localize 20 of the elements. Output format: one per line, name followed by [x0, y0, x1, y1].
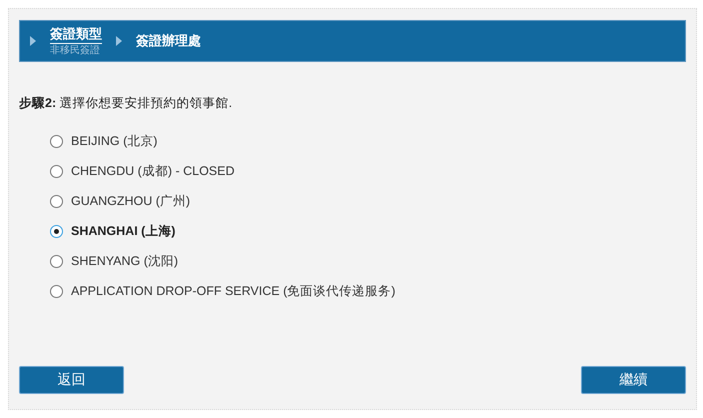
option-label: BEIJING (北京)	[71, 132, 158, 150]
option-label: APPLICATION DROP-OFF SERVICE (免面谈代传递服务)	[71, 282, 396, 300]
triangle-icon	[30, 36, 36, 46]
radio-button[interactable]	[50, 254, 63, 268]
option-label: SHANGHAI (上海)	[71, 222, 176, 240]
breadcrumb-step[interactable]: 簽證類型	[50, 26, 102, 44]
triangle-icon	[116, 36, 122, 46]
radio-button[interactable]	[50, 284, 63, 298]
radio-button[interactable]	[50, 134, 63, 148]
back-button[interactable]: 返回	[19, 366, 124, 394]
step-instruction: 步驟2: 選擇你想要安排預約的領事館.	[19, 95, 234, 112]
radio-button[interactable]	[50, 164, 63, 178]
radio-button[interactable]	[50, 224, 63, 238]
breadcrumb-step[interactable]: 簽證辦理處	[136, 33, 201, 49]
option-label: CHENGDU (成都) - CLOSED	[71, 162, 235, 180]
breadcrumb-subtitle: 非移民簽證	[50, 44, 100, 56]
option-label: SHENYANG (沈阳)	[71, 252, 178, 270]
radio-button[interactable]	[50, 194, 63, 208]
continue-button[interactable]: 繼續	[581, 366, 686, 394]
option-label: GUANGZHOU (广州)	[71, 192, 190, 210]
